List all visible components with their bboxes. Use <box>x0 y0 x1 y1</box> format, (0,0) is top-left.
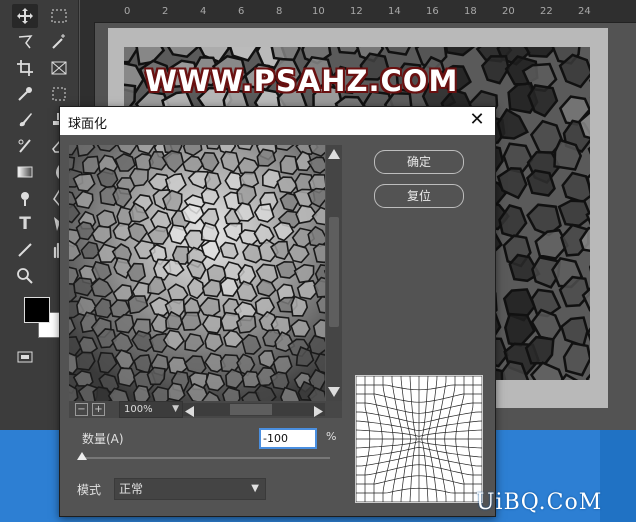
dodge-icon[interactable] <box>12 186 38 210</box>
foreground-color-swatch[interactable] <box>24 297 50 323</box>
ruler-tick: 8 <box>276 6 283 17</box>
document-watermark: WWW.PSAHZ.COM <box>145 64 459 98</box>
amount-input[interactable]: -100 <box>259 428 317 449</box>
chevron-down-icon: ▼ <box>251 483 259 494</box>
ruler-tick: 20 <box>502 6 515 17</box>
history-brush-icon[interactable] <box>12 134 38 158</box>
type-icon[interactable]: T <box>12 212 38 236</box>
filter-preview[interactable] <box>69 145 325 401</box>
scroll-down-icon[interactable] <box>328 387 340 397</box>
ruler-tick: 24 <box>578 6 591 17</box>
ruler-tick: 18 <box>464 6 477 17</box>
desktop-edge <box>600 430 636 522</box>
ruler-tick: 16 <box>426 6 439 17</box>
distortion-grid-preview <box>355 375 483 503</box>
crop-icon[interactable] <box>12 56 38 80</box>
lasso-icon[interactable] <box>12 30 38 54</box>
scroll-thumb[interactable] <box>230 404 272 415</box>
preview-zoom-bar: − + 100% ▼ <box>69 401 342 418</box>
healing-icon[interactable] <box>46 82 72 106</box>
marquee-icon[interactable] <box>46 4 72 28</box>
mode-value: 正常 <box>119 482 144 496</box>
frame-icon[interactable] <box>46 56 72 80</box>
magic-wand-icon[interactable] <box>46 30 72 54</box>
zoom-level-value: 100% <box>124 404 153 415</box>
amount-slider[interactable] <box>82 457 330 459</box>
line-icon[interactable] <box>12 238 38 262</box>
site-watermark: UiBQ.CoM <box>476 490 603 515</box>
mode-label: 模式 <box>77 483 102 497</box>
ruler-tick: 6 <box>238 6 245 17</box>
spherize-dialog: 球面化 ✕ − + 100% ▼ 确定 复位 数量(A) -100 % 模式 正… <box>59 106 496 517</box>
ruler-tick: 2 <box>162 6 169 17</box>
dialog-titlebar[interactable]: 球面化 ✕ <box>60 107 495 135</box>
amount-label: 数量(A) <box>82 432 124 446</box>
ruler-tick: 22 <box>540 6 553 17</box>
screen-mode-icon[interactable] <box>12 345 38 369</box>
zoom-in-button[interactable]: + <box>92 403 105 416</box>
mode-select[interactable]: 正常 ▼ <box>114 478 266 500</box>
preview-image <box>69 145 325 401</box>
chevron-down-icon: ▼ <box>172 404 179 414</box>
scroll-up-icon[interactable] <box>328 149 340 159</box>
scroll-thumb[interactable] <box>329 217 339 327</box>
zoom-icon[interactable] <box>12 264 38 288</box>
brush-icon[interactable] <box>12 108 38 132</box>
gradient-icon[interactable] <box>12 160 38 184</box>
amount-unit: % <box>326 430 337 443</box>
ruler-tick: 4 <box>200 6 207 17</box>
close-icon[interactable]: ✕ <box>467 110 487 130</box>
amount-slider-thumb[interactable] <box>77 452 87 460</box>
zoom-level-select[interactable]: 100% ▼ <box>119 401 183 418</box>
zoom-out-button[interactable]: − <box>75 403 88 416</box>
preview-horizontal-scrollbar[interactable] <box>183 403 325 417</box>
horizontal-ruler: 0 2 4 6 8 10 12 14 16 18 20 22 24 <box>80 0 636 23</box>
ruler-tick: 10 <box>312 6 325 17</box>
ruler-tick: 14 <box>388 6 401 17</box>
preview-vertical-scrollbar[interactable] <box>326 145 342 401</box>
dialog-title: 球面化 <box>68 117 108 132</box>
reset-button[interactable]: 复位 <box>374 184 464 208</box>
ok-button[interactable]: 确定 <box>374 150 464 174</box>
eyedropper-icon[interactable] <box>12 82 38 106</box>
ruler-tick: 0 <box>124 6 131 17</box>
grid-preview-image <box>356 376 482 502</box>
move-icon[interactable] <box>12 4 38 28</box>
ruler-tick: 12 <box>350 6 363 17</box>
